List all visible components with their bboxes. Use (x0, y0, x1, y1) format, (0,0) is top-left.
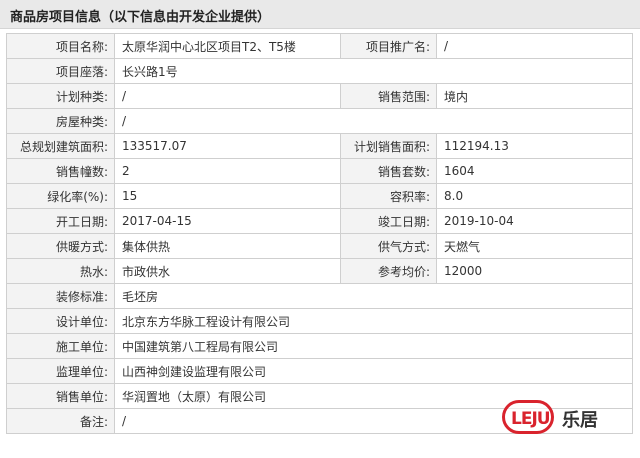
field-label: 施工单位: (6, 333, 115, 359)
field-value: / (114, 108, 633, 134)
field-value: 毛坯房 (114, 283, 633, 309)
leju-logo-icon: LEJU (502, 400, 554, 434)
field-label: 绿化率(%): (6, 183, 115, 209)
field-value: 112194.13 (436, 133, 633, 159)
field-label: 容积率: (340, 183, 437, 209)
field-value: 12000 (436, 258, 633, 284)
field-value: 中国建筑第八工程局有限公司 (114, 333, 633, 359)
leju-watermark: LEJU 乐居 (502, 400, 630, 436)
field-value: 市政供水 (114, 258, 341, 284)
field-label: 销售幢数: (6, 158, 115, 184)
leju-brand-text: 乐居 (562, 410, 598, 431)
section-header: 商品房项目信息（以下信息由开发企业提供） (0, 0, 640, 29)
field-label: 供暖方式: (6, 233, 115, 259)
table-row: 装修标准: 毛坯房 (6, 283, 633, 309)
field-value: 境内 (436, 83, 633, 109)
table-row: 施工单位: 中国建筑第八工程局有限公司 (6, 333, 633, 359)
table-row: 供暖方式: 集体供热 供气方式: 天燃气 (6, 233, 633, 259)
field-label: 销售套数: (340, 158, 437, 184)
field-label: 设计单位: (6, 308, 115, 334)
table-row: 项目座落: 长兴路1号 (6, 58, 633, 84)
field-value: 1604 (436, 158, 633, 184)
field-label: 开工日期: (6, 208, 115, 234)
table-row: 设计单位: 北京东方华脉工程设计有限公司 (6, 308, 633, 334)
field-label: 计划销售面积: (340, 133, 437, 159)
field-value: 北京东方华脉工程设计有限公司 (114, 308, 633, 334)
field-value: 集体供热 (114, 233, 341, 259)
field-value: 山西神剑建设监理有限公司 (114, 358, 633, 384)
field-label: 监理单位: (6, 358, 115, 384)
field-label: 项目推广名: (340, 33, 437, 59)
field-label: 供气方式: (340, 233, 437, 259)
field-value: 133517.07 (114, 133, 341, 159)
field-value: 15 (114, 183, 341, 209)
table-row: 房屋种类: / (6, 108, 633, 134)
table-row: 绿化率(%): 15 容积率: 8.0 (6, 183, 633, 209)
field-value: 8.0 (436, 183, 633, 209)
field-value: / (114, 83, 341, 109)
field-label: 参考均价: (340, 258, 437, 284)
field-label: 项目座落: (6, 58, 115, 84)
field-value: 2019-10-04 (436, 208, 633, 234)
table-row: 销售幢数: 2 销售套数: 1604 (6, 158, 633, 184)
field-label: 销售范围: (340, 83, 437, 109)
section-title: 商品房项目信息（以下信息由开发企业提供） (10, 10, 271, 25)
table-row: 开工日期: 2017-04-15 竣工日期: 2019-10-04 (6, 208, 633, 234)
table-row: 热水: 市政供水 参考均价: 12000 (6, 258, 633, 284)
project-info-table: 项目名称: 太原华润中心北区项目T2、T5楼 项目推广名: / 项目座落: 长兴路1号 计划… (6, 33, 633, 434)
field-label: 总规划建筑面积: (6, 133, 115, 159)
field-label: 项目名称: (6, 33, 115, 59)
field-label: 备注: (6, 408, 115, 434)
field-label: 装修标准: (6, 283, 115, 309)
field-value: / (436, 33, 633, 59)
field-value: 2 (114, 158, 341, 184)
table-row: 计划种类: / 销售范围: 境内 (6, 83, 633, 109)
table-row: 总规划建筑面积: 133517.07 计划销售面积: 112194.13 (6, 133, 633, 159)
field-value: 2017-04-15 (114, 208, 341, 234)
field-label: 竣工日期: (340, 208, 437, 234)
field-label: 热水: (6, 258, 115, 284)
table-row: 监理单位: 山西神剑建设监理有限公司 (6, 358, 633, 384)
field-label: 销售单位: (6, 383, 115, 409)
field-label: 计划种类: (6, 83, 115, 109)
table-row: 项目名称: 太原华润中心北区项目T2、T5楼 项目推广名: / (6, 33, 633, 59)
field-value: 太原华润中心北区项目T2、T5楼 (114, 33, 341, 59)
field-value: 长兴路1号 (114, 58, 633, 84)
field-label: 房屋种类: (6, 108, 115, 134)
field-value: 天燃气 (436, 233, 633, 259)
